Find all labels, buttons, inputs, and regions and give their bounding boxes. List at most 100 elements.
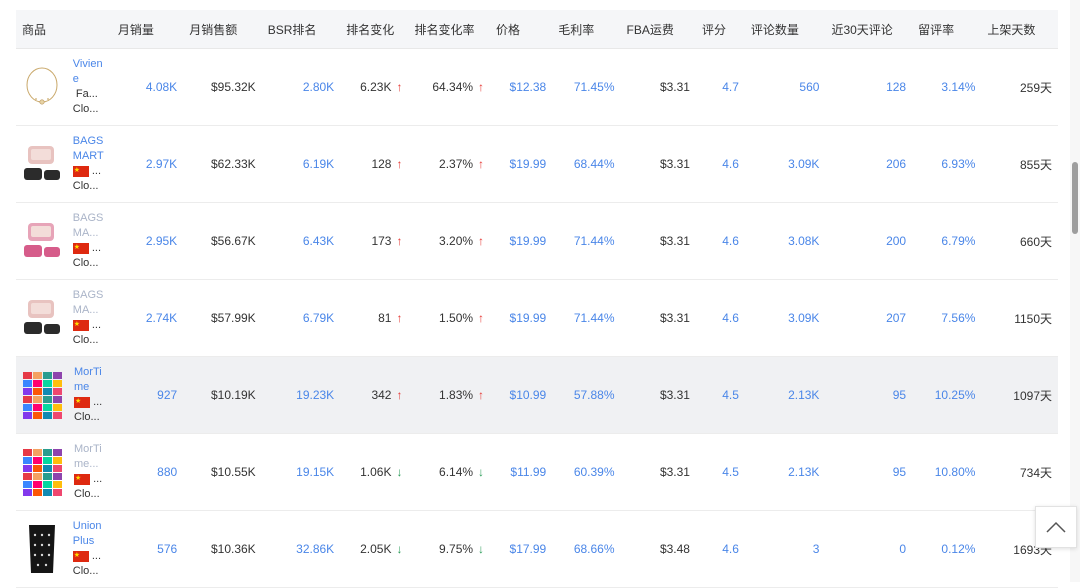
product-name-link[interactable]: BAGSMA... [73, 211, 106, 241]
table-row[interactable]: MorTime ...Clo...927$10.19K19.23K342↑1.8… [16, 356, 1058, 434]
gross-margin-cell-value[interactable]: 71.44% [574, 311, 615, 325]
column-header[interactable]: FBA运费 [620, 10, 696, 49]
price-cell-value[interactable]: $12.38 [510, 80, 547, 94]
rating-cell-value[interactable]: 4.6 [722, 234, 739, 248]
gross-margin-cell-value[interactable]: 71.44% [574, 234, 615, 248]
reviews-30d-cell-value[interactable]: 128 [886, 80, 906, 94]
bsr-rank-cell-value[interactable]: 19.15K [296, 465, 334, 479]
review-rate-cell-value[interactable]: 0.12% [941, 542, 975, 556]
bsr-rank-cell-value[interactable]: 6.43K [303, 234, 334, 248]
column-header[interactable]: 上架天数 [981, 10, 1058, 49]
column-header[interactable]: 评分 [695, 10, 745, 49]
column-header[interactable]: 月销量 [111, 10, 184, 49]
product-name-link[interactable]: MorTime... [74, 442, 106, 472]
gross-margin-cell-value[interactable]: 68.44% [574, 157, 615, 171]
review-count-cell-value[interactable]: 2.13K [788, 465, 819, 479]
rating-cell-value[interactable]: 4.6 [722, 311, 739, 325]
review-count-cell-value[interactable]: 3.09K [788, 157, 819, 171]
price-cell-value[interactable]: $19.99 [510, 157, 547, 171]
product-cell: MorTime ... Clo... [16, 357, 112, 434]
rating-cell-value[interactable]: 4.5 [722, 465, 739, 479]
reviews-30d-cell-value[interactable]: 207 [886, 311, 906, 325]
scrollbar-thumb[interactable] [1072, 162, 1078, 234]
product-name-link[interactable]: Viviene [73, 57, 106, 87]
price-cell-value[interactable]: $17.99 [510, 542, 547, 556]
jewelry-board-thumbnail[interactable] [22, 518, 63, 580]
vertical-scrollbar[interactable] [1070, 0, 1080, 582]
monthly-sales-cell-value[interactable]: 576 [157, 542, 177, 556]
column-header[interactable]: 排名变化率 [408, 10, 491, 49]
review-rate-cell-value[interactable]: 3.14% [941, 80, 975, 94]
gross-margin-cell-value[interactable]: 71.45% [574, 80, 615, 94]
table-row[interactable]: MorTime... ... Clo... 880 $10.55K 19.15K 1.06… [16, 434, 1058, 511]
gross-margin-cell-value[interactable]: 57.88% [574, 388, 615, 402]
review-rate-cell-value[interactable]: 10.25% [935, 388, 976, 402]
bag-pink-thumbnail[interactable] [22, 133, 63, 195]
review-rate-cell-value[interactable]: 6.93% [941, 157, 975, 171]
review-count-cell-value[interactable]: 3 [813, 542, 820, 556]
product-name-link[interactable]: MorTime [74, 365, 106, 395]
product-name-link[interactable]: BAGSMA... [73, 288, 106, 318]
monthly-sales-cell-value[interactable]: 2.95K [146, 234, 177, 248]
table-row[interactable]: BAGSMART ...Clo...2.97K$62.33K6.19K128↑2… [16, 126, 1058, 203]
monthly-revenue-cell: $95.32K [183, 49, 262, 126]
review-rate-cell-value[interactable]: 10.80% [935, 465, 976, 479]
review-rate-cell-value[interactable]: 7.56% [941, 311, 975, 325]
table-row[interactable]: BAGSMA... ...Clo...2.74K$57.99K6.79K81↑1… [16, 280, 1058, 357]
column-header[interactable]: 排名变化 [340, 10, 409, 49]
review-count-cell-value[interactable]: 2.13K [788, 388, 819, 402]
monthly-sales-cell-value[interactable]: 880 [157, 465, 177, 479]
table-row[interactable]: UnionPlus ... Clo... 576 $10.36K 32.86K 2.05K… [16, 511, 1058, 588]
column-header[interactable]: 评论数量 [744, 10, 826, 49]
bsr-rank-cell-value[interactable]: 32.86K [296, 542, 334, 556]
price-cell-value[interactable]: $11.99 [510, 465, 546, 479]
rating-cell-value[interactable]: 4.6 [722, 542, 739, 556]
rating-cell-value[interactable]: 4.7 [722, 80, 739, 94]
review-count-cell-value[interactable]: 560 [799, 80, 819, 94]
gross-margin-cell-value[interactable]: 60.39% [574, 465, 615, 479]
column-header[interactable]: BSR排名 [261, 10, 341, 49]
back-to-top-button[interactable] [1035, 506, 1077, 548]
product-name-link[interactable]: BAGSMART [73, 134, 106, 164]
arrow-up-icon: ↑ [396, 234, 403, 248]
table-row[interactable]: BAGSMA... ... Clo... 2.95K $56.67K 6.43K 173 ↑… [16, 203, 1058, 280]
rating-cell-value[interactable]: 4.6 [722, 157, 739, 171]
bsr-rank-cell-value[interactable]: 6.19K [303, 157, 334, 171]
product-name-link[interactable]: UnionPlus [73, 519, 106, 549]
reviews-30d-cell-value[interactable]: 200 [886, 234, 906, 248]
pouch-grid-thumbnail[interactable] [22, 364, 64, 426]
review-rate-cell-value[interactable]: 6.79% [941, 234, 975, 248]
reviews-30d-cell-value[interactable]: 95 [893, 388, 906, 402]
column-header[interactable]: 毛利率 [552, 10, 621, 49]
rating-cell-value[interactable]: 4.5 [722, 388, 739, 402]
monthly-sales-cell-value[interactable]: 927 [157, 388, 177, 402]
monthly-revenue-cell-value: $10.19K [210, 388, 256, 402]
reviews-30d-cell-value[interactable]: 95 [893, 465, 906, 479]
table-row[interactable]: Viviene Fa... Clo... 4.08K $95.32K 2.80K 6.23… [16, 49, 1058, 126]
monthly-sales-cell-value[interactable]: 4.08K [146, 80, 177, 94]
column-header[interactable]: 月销售额 [183, 10, 262, 49]
column-header[interactable]: 近30天评论 [825, 10, 913, 49]
bsr-rank-cell-value[interactable]: 19.23K [296, 388, 334, 402]
bsr-rank-cell-value[interactable]: 2.80K [303, 80, 334, 94]
necklace-thumbnail[interactable] [22, 56, 63, 118]
bsr-rank-cell-value[interactable]: 6.79K [303, 311, 334, 325]
review-count-cell-value[interactable]: 3.08K [788, 234, 819, 248]
price-cell-value[interactable]: $19.99 [510, 311, 547, 325]
price-cell-value[interactable]: $10.99 [510, 388, 547, 402]
reviews-30d-cell-value[interactable]: 206 [886, 157, 906, 171]
column-header[interactable]: 留评率 [912, 10, 982, 49]
pouch-grid-thumbnail[interactable] [22, 441, 64, 503]
monthly-sales-cell-value[interactable]: 2.97K [146, 157, 177, 171]
column-header[interactable]: 价格 [490, 10, 553, 49]
reviews-30d-cell-value[interactable]: 0 [899, 542, 906, 556]
column-header[interactable]: 商品 [16, 10, 112, 49]
bag-rose-thumbnail[interactable] [22, 210, 63, 272]
monthly-sales-cell-value[interactable]: 2.74K [146, 311, 177, 325]
rank-change-rate-cell-value: 64.34% [432, 80, 474, 94]
review-count-cell-value[interactable]: 3.09K [788, 311, 819, 325]
price-cell-value[interactable]: $19.99 [510, 234, 547, 248]
fba-fee-cell: $3.31 [621, 203, 696, 280]
gross-margin-cell-value[interactable]: 68.66% [574, 542, 615, 556]
bag-pink-thumbnail[interactable] [22, 287, 63, 349]
